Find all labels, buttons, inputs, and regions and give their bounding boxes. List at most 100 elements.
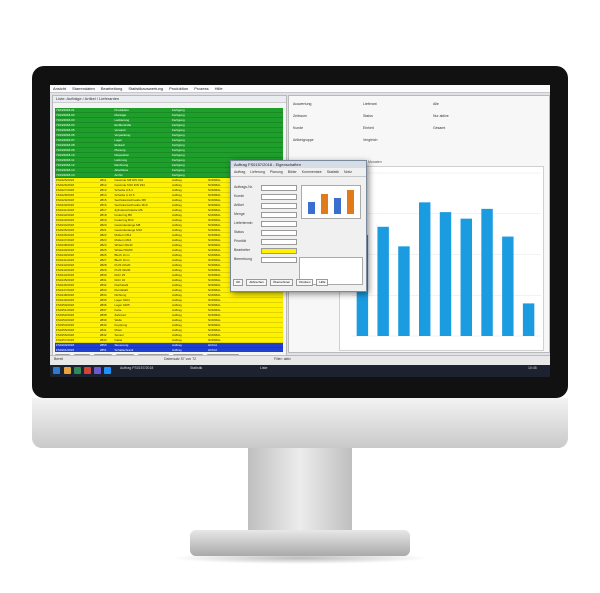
table-cell: Auftrag [171, 348, 182, 352]
table-cell: FS0151/2018 [56, 308, 75, 312]
filter-option-10[interactable]: Gesamt [433, 126, 445, 130]
dialog-tab-3[interactable]: Bilder [288, 170, 297, 174]
dialog-field-input[interactable] [261, 257, 297, 263]
dialog-tab-4[interactable]: Kommentare [302, 170, 322, 174]
table-cell: 7104/2018-10 [56, 153, 75, 157]
dialog-tab-0[interactable]: Auftrag [234, 170, 245, 174]
filter-option-1[interactable]: Zeitraum [293, 114, 307, 118]
table-cell: Auftrag [171, 178, 182, 182]
dialog-field-input[interactable] [261, 230, 297, 236]
table-cell: Verpackung [114, 133, 131, 137]
table-cell: 2851 [99, 348, 107, 352]
taskbar-item[interactable]: Auftrag FS0157/2018 [120, 366, 153, 370]
taskbar-app-icon[interactable] [74, 367, 81, 374]
table-cell [247, 128, 283, 132]
table-cell: Auftrag [171, 263, 182, 267]
table-cell [207, 148, 247, 152]
table-cell: Blech 2mm [114, 253, 130, 257]
taskbar-app-icon[interactable] [94, 367, 101, 374]
table-cell: Endkontrolle [114, 123, 132, 127]
taskbar-app-icon[interactable] [84, 367, 91, 374]
dialog-field-label: Bemerkung [234, 257, 252, 261]
taskbar-app-icon[interactable] [64, 367, 71, 374]
dialog-button-1[interactable]: Abbrechen [246, 279, 267, 286]
dialog-button-0[interactable]: OK [233, 279, 244, 286]
taskbar-app-icon[interactable] [104, 367, 111, 374]
dialog-field-input[interactable] [261, 239, 297, 245]
table-cell: 2841 [99, 328, 107, 332]
table-cell: 2835 [99, 298, 107, 302]
bar-6 [460, 218, 472, 336]
dialog-button-3[interactable]: Drucken [296, 279, 314, 286]
filter-option-5[interactable]: Status [363, 114, 373, 118]
filter-option-0[interactable]: Auswertung [293, 102, 311, 106]
menu-item-1[interactable]: Stammdaten [72, 85, 95, 92]
menu-item-2[interactable]: Bearbeitung [101, 85, 123, 92]
table-cell: 2836 [99, 303, 107, 307]
dialog-title: Auftrag FS0157/2018 - Eigenschaften [231, 161, 366, 168]
table-cell: Sensor [114, 333, 124, 337]
dialog-tab-2[interactable]: Planung [270, 170, 283, 174]
dialog-field-input[interactable] [261, 248, 297, 254]
dialog-field-input[interactable] [261, 212, 297, 218]
table-cell [99, 123, 114, 127]
status-text: Datensatz 57 von 72 [164, 357, 197, 361]
table-cell: 2824 [99, 243, 107, 247]
dialog-chart-bar [347, 190, 354, 214]
table-cell: FS0127/2018 [56, 188, 75, 192]
taskbar-item[interactable]: Liste [260, 366, 267, 370]
table-cell: Auftrag [171, 203, 182, 207]
dialog-field-label: Liefertermin [234, 221, 253, 225]
dialog-button-2[interactable]: Übernehmen [269, 279, 294, 286]
filter-option-9[interactable]: Nur aktive [433, 114, 449, 118]
dialog-field-input[interactable] [261, 203, 297, 209]
table-cell: Lieferung [114, 158, 127, 162]
table-cell [99, 113, 114, 117]
dialog-field-input[interactable] [261, 185, 297, 191]
table-cell: Sechskantschraube M8 [114, 198, 146, 202]
menu-item-6[interactable]: Hilfe [215, 85, 223, 92]
dialog-field-input[interactable] [261, 221, 297, 227]
table-row[interactable]: FS0161/2018 2851 Schaltschrank Auftrag HOCH [55, 348, 283, 352]
table-cell: Winkel 50x50 [114, 248, 133, 252]
menu-item-0[interactable]: Ansicht [53, 85, 66, 92]
table-cell: 2819 [99, 218, 107, 222]
table-cell: Auftrag [171, 238, 182, 242]
table-cell: Profil 30x30 [114, 268, 131, 272]
table-cell: Archiv [114, 173, 123, 177]
table-cell: 2829 [99, 268, 107, 272]
table-cell [247, 123, 283, 127]
table-cell: Gewinde M8 DIN 934 [114, 178, 144, 182]
dialog-field-input[interactable] [261, 194, 297, 200]
filter-option-3[interactable]: Artikelgruppe [293, 138, 314, 142]
table-cell: Rundstahl [114, 288, 128, 292]
dialog-chart-bar [334, 198, 341, 214]
table-cell: FS0154/2018 [56, 323, 75, 327]
table-cell: Auftrag [171, 288, 182, 292]
table-cell [99, 108, 114, 112]
filter-option-8[interactable]: Alle [433, 102, 439, 106]
menu-item-5[interactable]: Prozess [194, 85, 208, 92]
dialog-button-4[interactable]: Hilfe [316, 279, 329, 286]
filter-option-6[interactable]: Einheit [363, 126, 374, 130]
taskbar-item[interactable]: Statistik [190, 366, 202, 370]
menu-item-3[interactable]: Statistikauswertung [128, 85, 163, 92]
table-cell: Fertigung [171, 153, 185, 157]
dialog-tab-1[interactable]: Lieferung [250, 170, 265, 174]
table-cell: Rohr 25 [114, 273, 126, 277]
filter-option-4[interactable]: Lieferant [363, 102, 377, 106]
table-cell: NORMAL [207, 313, 221, 317]
dialog-field-label: Artikel [234, 203, 244, 207]
filter-option-2[interactable]: Kunde [293, 126, 303, 130]
dialog-tab-5[interactable]: Statistik [327, 170, 339, 174]
table-cell [99, 158, 114, 162]
table-cell: Planung [114, 148, 126, 152]
table-cell: 2814 [99, 193, 107, 197]
table-cell: Produktion [114, 108, 129, 112]
menu-item-4[interactable]: Produktion [169, 85, 188, 92]
start-icon[interactable] [53, 367, 60, 374]
table-cell: 2838 [99, 313, 107, 317]
filter-option-7[interactable]: Vergleich [363, 138, 377, 142]
dialog-tab-6[interactable]: Notiz [344, 170, 352, 174]
table-cell: Schaltschrank [114, 348, 134, 352]
